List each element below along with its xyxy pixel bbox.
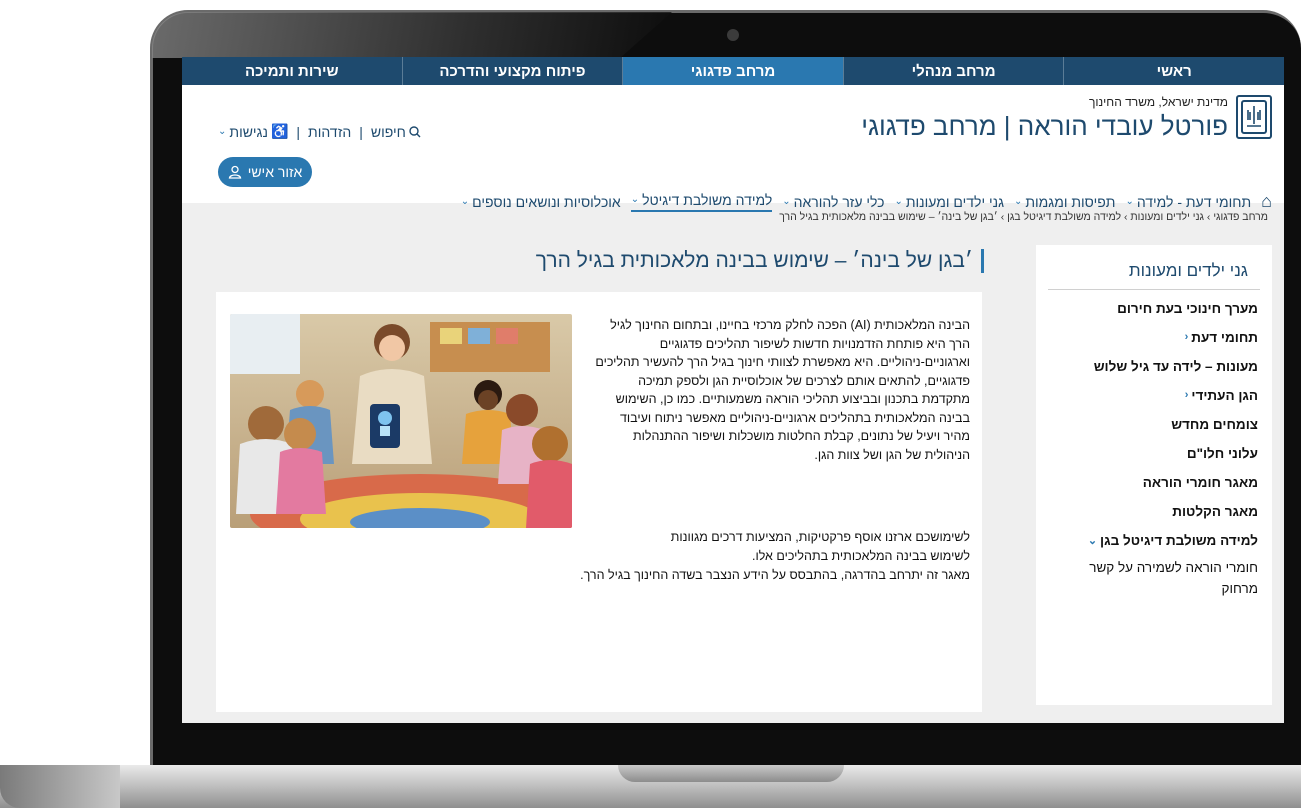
sidebar-item[interactable]: מערך חינוכי בעת חירום: [1036, 290, 1258, 319]
sidebar-list: מערך חינוכי בעת חירום תחומי דעת ‹ מעונות – …: [1036, 290, 1272, 551]
breadcrumb[interactable]: מרחב פדגוגי › גני ילדים ומעונות › למידה …: [779, 211, 1268, 223]
paragraph-line: לשימוש בבינה המלאכותית בתהליכים אלו.: [751, 549, 970, 563]
ministry-name: מדינת ישראל, משרד החינוך: [1088, 95, 1228, 109]
article-body: הבינה המלאכותית (AI) הפכה לחלק מרכזי בחי…: [594, 316, 970, 464]
search-link[interactable]: חיפוש: [371, 124, 421, 140]
chevron-down-icon: ⌄: [1125, 196, 1134, 207]
top-nav-development[interactable]: פיתוח מקצועי והדרכה: [401, 57, 623, 85]
laptop-notch: [618, 765, 844, 782]
portal-title: פורטל עובדי הוראה | מרחב פדגוגי: [861, 111, 1228, 141]
laptop-glare: [152, 12, 672, 58]
home-icon[interactable]: ⌂: [1261, 191, 1272, 212]
chevron-down-icon: ⌄: [782, 196, 791, 207]
sidebar-subitem[interactable]: חומרי הוראה לשמירה על קשר מרחוק: [1068, 551, 1258, 599]
main-navigation: ⌂ תחומי דעת - למידה ⌄ תפיסות ומגמות ⌄ גני …: [212, 191, 1272, 212]
webcam: [727, 29, 739, 41]
accessibility-label: נגישות: [229, 123, 268, 140]
sidebar-item-label: מאגר הקלטות: [1172, 503, 1258, 519]
sidebar-item[interactable]: צומחים מחדש: [1036, 406, 1258, 435]
paragraph-line: מאגר זה יתרחב בהדרגה, בהתבסס על הידע הנצ…: [580, 568, 970, 582]
top-nav-home[interactable]: ראשי: [1063, 57, 1284, 85]
sidebar-item[interactable]: עלוני חלו"ם: [1036, 435, 1258, 464]
personal-area-label: אזור אישי: [247, 164, 303, 180]
sidebar-item[interactable]: למידה משולבת דיגיטל בגן ⌄: [1036, 522, 1258, 551]
nav-teaching-tools[interactable]: כלי עזר להוראה ⌄: [782, 194, 884, 210]
login-link[interactable]: הזדהות: [308, 124, 351, 140]
chevron-down-icon: ⌄: [1013, 196, 1023, 207]
sidebar-item[interactable]: תחומי דעת ‹: [1036, 319, 1258, 348]
sidebar-title: גני ילדים ומעונות: [1048, 245, 1260, 290]
divider: |: [359, 123, 363, 140]
sidebar-item-label: עלוני חלו"ם: [1186, 445, 1258, 461]
nav-digital-learning[interactable]: למידה משולבת דיגיטל ⌄: [630, 192, 773, 212]
article-paragraph-2: לשימושכם ארזנו אוסף פרקטיקות, המציעות דר…: [530, 528, 970, 585]
top-nav-pedagogy[interactable]: מרחב פדגוגי: [622, 57, 843, 85]
laptop-screen: ראשי מרחב מנהלי מרחב פדגוגי פיתוח מקצועי…: [182, 57, 1284, 723]
utility-links: חיפוש | הזדהות | ♿ נגישות ⌄: [218, 123, 421, 140]
nav-kindergartens[interactable]: גני ילדים ומעונות ⌄: [894, 194, 1004, 210]
laptop-base-edge: [0, 765, 120, 808]
brand[interactable]: מדינת ישראל, משרד החינוך פורטל עובדי הור…: [861, 95, 1272, 142]
site-header: מדינת ישראל, משרד החינוך פורטל עובדי הור…: [182, 85, 1284, 212]
chevron-down-icon: ⌄: [630, 194, 640, 205]
search-icon: [409, 125, 421, 137]
top-nav-admin[interactable]: מרחב מנהלי: [842, 57, 1064, 85]
accessibility-icon: ♿: [270, 123, 289, 139]
accessibility-menu[interactable]: ♿ נגישות ⌄: [218, 123, 288, 140]
chevron-left-icon: ‹: [1184, 389, 1189, 401]
personal-area-button[interactable]: אזור אישי: [218, 157, 312, 187]
article-card: הבינה המלאכותית (AI) הפכה לחלק מרכזי בחי…: [216, 292, 982, 712]
sidebar-item-label: הגן העתידי: [1191, 387, 1258, 403]
sidebar-item-label: צומחים מחדש: [1171, 416, 1258, 432]
laptop-mockup: ראשי מרחב מנהלי מרחב פדגוגי פיתוח מקצועי…: [0, 0, 1301, 808]
sidebar-item[interactable]: הגן העתידי ‹: [1036, 377, 1258, 406]
chevron-down-icon: ⌄: [460, 196, 470, 207]
chevron-down-icon: ⌄: [894, 196, 903, 207]
article-title: ׳בגן של בינה׳ – שימוש בבינה מלאכותית בגי…: [536, 249, 984, 273]
sidebar-item[interactable]: מעונות – לידה עד גיל שלוש: [1036, 348, 1258, 377]
top-navigation: ראשי מרחב מנהלי מרחב פדגוגי פיתוח מקצועי…: [182, 57, 1284, 85]
sidebar-item-label: למידה משולבת דיגיטל בגן: [1100, 532, 1258, 548]
nav-knowledge[interactable]: תחומי דעת - למידה ⌄: [1125, 194, 1251, 210]
nav-concepts[interactable]: תפיסות ומגמות ⌄: [1014, 194, 1115, 210]
search-label: חיפוש: [370, 123, 406, 140]
chevron-left-icon: ‹: [1184, 331, 1189, 343]
sidebar-item-label: מערך חינוכי בעת חירום: [1117, 300, 1258, 316]
sidebar-item-label: תחומי דעת: [1191, 329, 1258, 345]
article-image: [230, 314, 572, 528]
emblem-icon: [1236, 95, 1272, 139]
divider: |: [296, 123, 301, 140]
article-paragraph: הבינה המלאכותית (AI) הפכה לחלק מרכזי בחי…: [595, 318, 970, 462]
sidebar-item-label: מעונות – לידה עד גיל שלוש: [1093, 358, 1258, 374]
chevron-down-icon: ⌄: [1087, 534, 1098, 547]
sidebar-item[interactable]: מאגר חומרי הוראה: [1036, 464, 1258, 493]
chevron-down-icon: ⌄: [218, 126, 227, 137]
sidebar-item[interactable]: מאגר הקלטות: [1036, 493, 1258, 522]
sidebar-item-label: מאגר חומרי הוראה: [1142, 474, 1258, 490]
sidebar: גני ילדים ומעונות מערך חינוכי בעת חירום ת…: [1036, 245, 1272, 705]
paragraph-line: לשימושכם ארזנו אוסף פרקטיקות, המציעות דר…: [670, 530, 970, 544]
top-nav-service[interactable]: שירות ותמיכה: [182, 57, 402, 85]
user-icon: [228, 165, 241, 179]
nav-populations[interactable]: אוכלוסיות ונושאים נוספים ⌄: [461, 194, 621, 210]
